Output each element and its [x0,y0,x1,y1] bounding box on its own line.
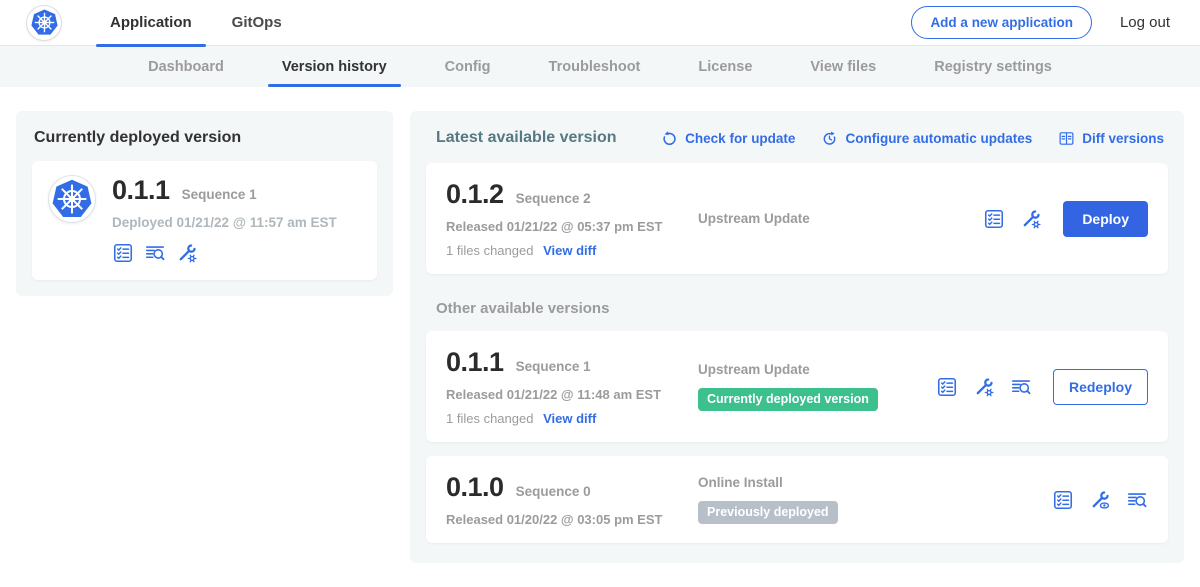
deployed-version-number: 0.1.1 [112,175,170,206]
deployed-version-info: 0.1.1 Sequence 1 Deployed 01/21/22 @ 11:… [112,175,337,264]
view-diff-link[interactable]: View diff [543,243,596,258]
subnav-tab-troubleshoot[interactable]: Troubleshoot [535,46,655,87]
subnav-tab-registry-settings[interactable]: Registry settings [920,46,1066,87]
edit-config-wrench-gear-icon[interactable] [973,376,995,398]
currently-deployed-badge: Currently deployed version [698,388,878,411]
preflight-checklist-icon[interactable] [1052,489,1074,511]
main-content: Currently deployed version 0.1.1 Sequenc… [0,87,1200,587]
version-info: 0.1.2 Sequence 2 Released 01/21/22 @ 05:… [446,179,698,258]
other-available-versions-title: Other available versions [436,300,1168,317]
subnav-tab-version-history[interactable]: Version history [268,46,401,87]
release-notes-search-icon[interactable] [1010,376,1032,398]
deployed-version-card: 0.1.1 Sequence 1 Deployed 01/21/22 @ 11:… [32,161,377,280]
subnav-tab-troubleshoot-label: Troubleshoot [549,59,641,75]
diff-columns-icon [1058,130,1075,147]
app-logo [26,5,62,41]
subnav-tab-version-history-label: Version history [282,59,387,75]
sequence-label: Sequence 1 [516,359,591,374]
configure-automatic-updates-label: Configure automatic updates [845,131,1032,146]
sequence-label: Sequence 2 [516,191,591,206]
kubernetes-logo-icon [52,179,92,219]
tab-gitops[interactable]: GitOps [218,0,296,46]
release-notes-search-icon[interactable] [1126,489,1148,511]
logout-link[interactable]: Log out [1120,14,1170,31]
available-versions-panel: Latest available version Check for updat… [410,111,1184,563]
sequence-label: Sequence 0 [516,484,591,499]
version-number: 0.1.1 [446,347,504,378]
check-for-update-link[interactable]: Check for update [661,130,795,147]
subnav-tab-license[interactable]: License [684,46,766,87]
version-row-0-1-1: 0.1.1 Sequence 1 Released 01/21/22 @ 11:… [426,331,1168,442]
version-info: 0.1.1 Sequence 1 Released 01/21/22 @ 11:… [446,347,698,426]
top-nav: Application GitOps Add a new application… [0,0,1200,46]
subnav-tab-dashboard[interactable]: Dashboard [134,46,238,87]
tab-application-label: Application [110,14,192,31]
app-version-logo [48,175,96,223]
subnav-tab-license-label: License [698,59,752,75]
version-row-0-1-2: 0.1.2 Sequence 2 Released 01/21/22 @ 05:… [426,163,1168,274]
view-config-wrench-eye-icon[interactable] [1089,489,1111,511]
redeploy-button[interactable]: Redeploy [1053,369,1148,405]
deployed-timestamp: Deployed 01/21/22 @ 11:57 am EST [112,215,337,230]
edit-config-wrench-gear-icon[interactable] [1020,208,1042,230]
files-changed-label: 1 files changed [446,243,533,258]
subnav-tab-config[interactable]: Config [431,46,505,87]
sub-nav: Dashboard Version history Config Trouble… [0,46,1200,87]
preflight-checklist-icon[interactable] [983,208,1005,230]
version-source-label: Upstream Update [698,211,810,226]
top-nav-right: Add a new application Log out [911,6,1170,39]
view-diff-link[interactable]: View diff [543,411,596,426]
version-source-label: Online Install [698,475,783,490]
kubernetes-logo-icon [31,9,58,36]
latest-available-title: Latest available version [436,129,617,147]
files-changed-label: 1 files changed [446,411,533,426]
release-notes-search-icon[interactable] [144,242,166,264]
version-info: 0.1.0 Sequence 0 Released 01/20/22 @ 03:… [446,472,698,527]
clock-arrow-icon [821,130,838,147]
subnav-tab-registry-settings-label: Registry settings [934,59,1052,75]
tab-application[interactable]: Application [96,0,206,46]
subnav-tab-view-files[interactable]: View files [796,46,890,87]
check-for-update-label: Check for update [685,131,795,146]
preflight-checklist-icon[interactable] [112,242,134,264]
subnav-tab-dashboard-label: Dashboard [148,59,224,75]
diff-versions-label: Diff versions [1082,131,1164,146]
configure-automatic-updates-link[interactable]: Configure automatic updates [821,130,1032,147]
released-timestamp: Released 01/20/22 @ 03:05 pm EST [446,512,698,527]
previously-deployed-badge: Previously deployed [698,501,838,524]
version-row-0-1-0: 0.1.0 Sequence 0 Released 01/20/22 @ 03:… [426,456,1168,543]
add-application-button[interactable]: Add a new application [911,6,1092,39]
released-timestamp: Released 01/21/22 @ 11:48 am EST [446,387,698,402]
preflight-checklist-icon[interactable] [936,376,958,398]
version-source-label: Upstream Update [698,362,810,377]
tab-gitops-label: GitOps [232,14,282,31]
deployed-sequence-label: Sequence 1 [182,187,257,202]
currently-deployed-card: Currently deployed version 0.1.1 Sequenc… [16,111,393,296]
edit-config-wrench-gear-icon[interactable] [176,242,198,264]
version-number: 0.1.2 [446,179,504,210]
refresh-icon [661,130,678,147]
currently-deployed-title: Currently deployed version [34,129,377,147]
released-timestamp: Released 01/21/22 @ 05:37 pm EST [446,219,698,234]
subnav-tab-config-label: Config [445,59,491,75]
version-number: 0.1.0 [446,472,504,503]
subnav-tab-view-files-label: View files [810,59,876,75]
diff-versions-link[interactable]: Diff versions [1058,130,1164,147]
deploy-button[interactable]: Deploy [1063,201,1148,237]
